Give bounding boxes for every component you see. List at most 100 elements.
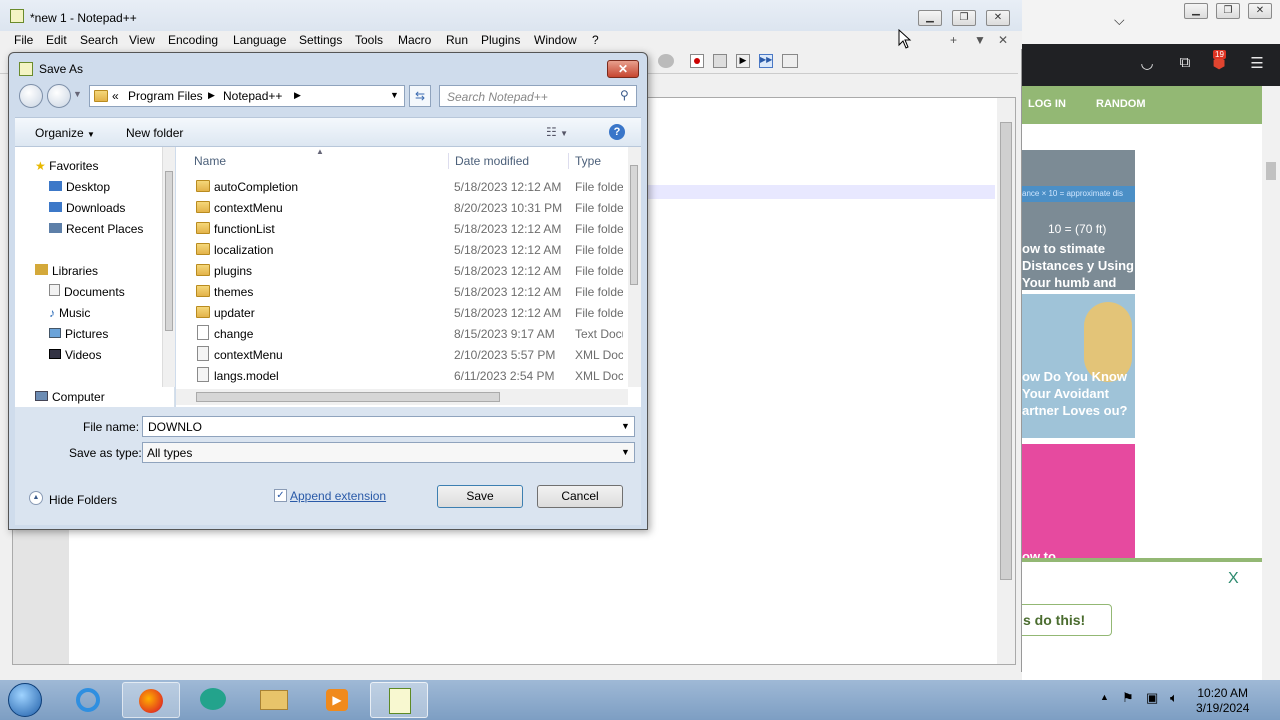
save-macro-icon[interactable] (782, 54, 798, 68)
notepad-taskbar-button[interactable] (370, 682, 428, 718)
menu-run[interactable]: Run (446, 31, 468, 49)
file-list-vscroll[interactable] (628, 147, 641, 387)
breadcrumb-overflow[interactable]: « (112, 89, 119, 103)
system-clock[interactable]: 10:20 AM 3/19/2024 (1196, 686, 1249, 716)
file-row[interactable]: contextMenu 8/20/2023 10:31 PM File folder (176, 198, 626, 219)
tab-list-button[interactable]: ▼ (974, 31, 986, 49)
address-bar[interactable]: « Program Files ▶ Notepad++ ▶ ▼ (89, 85, 405, 107)
chevron-down-icon[interactable]: ▼ (621, 447, 630, 457)
save-type-select[interactable]: All types ▼ (142, 442, 635, 463)
column-header-date[interactable]: Date modified (455, 151, 529, 171)
tree-music[interactable]: ♪ Music (49, 303, 90, 323)
file-row[interactable]: localization 5/18/2023 12:12 AM File folde… (176, 240, 626, 261)
new-folder-button[interactable]: New folder (126, 126, 183, 140)
refresh-icon[interactable]: ⇆ (409, 85, 431, 107)
browser-scrollbar[interactable] (1262, 86, 1280, 680)
banner-close-button[interactable]: X (1228, 570, 1239, 588)
hide-folders-button[interactable]: Hide Folders (49, 493, 117, 507)
dialog-close-button[interactable]: ✕ (607, 60, 639, 78)
file-row[interactable]: contextMenu 2/10/2023 5:57 PM XML Document (176, 345, 626, 366)
menu-settings[interactable]: Settings (299, 31, 342, 49)
organize-button[interactable]: Organize ▼ (35, 126, 95, 140)
file-row[interactable]: autoCompletion 5/18/2023 12:12 AM File fol… (176, 177, 626, 198)
menu-plugins[interactable]: Plugins (481, 31, 520, 49)
file-row[interactable]: plugins 5/18/2023 12:12 AM File folder (176, 261, 626, 282)
internet-explorer-icon[interactable] (60, 682, 118, 718)
editor-scrollbar[interactable] (997, 98, 1015, 664)
toolbar-icon[interactable] (658, 54, 674, 68)
article-card[interactable]: ow to (1022, 444, 1135, 558)
breadcrumb-separator-icon[interactable]: ▶ (208, 90, 215, 101)
back-button[interactable] (19, 84, 43, 108)
file-list-hscroll[interactable] (176, 389, 628, 405)
volume-muted-icon[interactable]: 🔈︎ (1170, 690, 1178, 706)
address-dropdown-icon[interactable]: ▼ (390, 90, 399, 100)
file-explorer-icon[interactable] (246, 682, 304, 718)
search-icon[interactable]: ⚲ (620, 88, 629, 102)
file-row[interactable]: updater 5/18/2023 12:12 AM File folder (176, 303, 626, 324)
tree-computer[interactable]: Computer (35, 387, 105, 407)
menu-tools[interactable]: Tools (355, 31, 383, 49)
nav-random[interactable]: RANDOM (1096, 98, 1146, 110)
help-icon[interactable]: ? (609, 124, 625, 140)
tree-desktop[interactable]: Desktop (49, 177, 110, 197)
column-header-name[interactable]: Name (194, 151, 226, 171)
play-macro-icon[interactable]: ▶ (736, 54, 750, 68)
append-extension-checkbox[interactable]: ✓ (274, 489, 287, 502)
file-name-input[interactable]: DOWNLO ▼ (142, 416, 635, 437)
column-header-type[interactable]: Type (575, 151, 601, 171)
network-icon[interactable]: ▣ (1146, 690, 1158, 706)
nav-login[interactable]: LOG IN (1028, 98, 1066, 110)
recent-locations-icon[interactable]: ▼ (73, 89, 82, 99)
append-extension-label[interactable]: Append extension (290, 489, 386, 503)
new-tab-button[interactable]: + (950, 31, 957, 49)
file-row[interactable]: change 8/15/2023 9:17 AM Text Document (176, 324, 626, 345)
minimize-button[interactable]: ▁ (918, 10, 942, 26)
breadcrumb-separator-icon[interactable]: ▶ (294, 90, 301, 101)
record-macro-icon[interactable] (690, 54, 704, 68)
file-row[interactable]: themes 5/18/2023 12:12 AM File folder (176, 282, 626, 303)
menu-encoding[interactable]: Encoding (168, 31, 218, 49)
article-card[interactable]: ow Do You Know Your Avoidant artner Love… (1022, 294, 1135, 438)
extensions-icon[interactable]: ⧉ (1174, 54, 1196, 71)
view-options-icon[interactable]: ☷ ▼ (546, 125, 568, 139)
scroll-thumb[interactable] (165, 171, 173, 331)
close-tab-button[interactable]: ✕ (998, 31, 1008, 49)
action-center-flag-icon[interactable]: ⚑ (1122, 690, 1134, 706)
tree-pictures[interactable]: Pictures (49, 324, 108, 344)
menu-help[interactable]: ? (592, 31, 599, 49)
tree-documents[interactable]: Documents (49, 282, 125, 302)
scroll-thumb[interactable] (196, 392, 500, 402)
tree-videos[interactable]: Videos (49, 345, 101, 365)
menu-macro[interactable]: Macro (398, 31, 431, 49)
breadcrumb-notepadpp[interactable]: Notepad++ (223, 89, 282, 103)
menu-search[interactable]: Search (80, 31, 118, 49)
scroll-thumb[interactable] (630, 165, 638, 285)
close-button[interactable]: ✕ (986, 10, 1010, 26)
show-hidden-icons[interactable]: ▲ (1100, 692, 1109, 702)
tree-downloads[interactable]: Downloads (49, 198, 125, 218)
run-multiple-macro-icon[interactable]: ▶▶ (759, 54, 773, 68)
hide-folders-icon[interactable]: ▲ (29, 491, 43, 505)
firefox-taskbar-button[interactable] (122, 682, 180, 718)
tree-libraries[interactable]: Libraries (35, 261, 98, 281)
menu-icon[interactable]: ☰ (1246, 54, 1268, 72)
chat-app-icon[interactable] (184, 682, 242, 718)
tree-recent-places[interactable]: Recent Places (49, 219, 143, 239)
start-button[interactable] (8, 683, 42, 717)
chevron-down-icon[interactable]: ▼ (621, 421, 630, 431)
file-row[interactable]: langs.model 6/11/2023 2:54 PM XML Document (176, 366, 626, 387)
banner-cta-button[interactable]: s do this! (1022, 604, 1112, 636)
maximize-button[interactable]: ❐ (1216, 3, 1240, 19)
column-divider[interactable] (448, 153, 449, 169)
scroll-thumb[interactable] (1266, 162, 1276, 180)
stop-macro-icon[interactable] (713, 54, 727, 68)
tree-favorites[interactable]: ★ Favorites (35, 156, 98, 176)
file-row[interactable]: functionList 5/18/2023 12:12 AM File folde… (176, 219, 626, 240)
scroll-thumb[interactable] (1000, 122, 1012, 580)
menu-file[interactable]: File (14, 31, 33, 49)
column-divider[interactable] (568, 153, 569, 169)
menu-language[interactable]: Language (233, 31, 286, 49)
minimize-button[interactable]: ▁ (1184, 3, 1208, 19)
cancel-button[interactable]: Cancel (537, 485, 623, 508)
